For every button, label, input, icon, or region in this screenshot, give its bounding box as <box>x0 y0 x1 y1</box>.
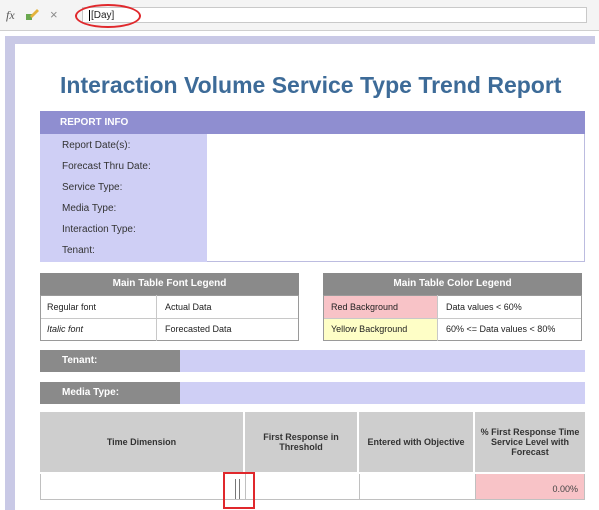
first-response-service-level-header[interactable]: % First Response Time Service Level with… <box>475 412 585 472</box>
service-type-label: Service Type: <box>62 182 123 193</box>
actual-data-value: Actual Data <box>165 302 212 312</box>
time-dimension-header[interactable]: Time Dimension <box>40 412 243 472</box>
tenant-filter-label: Tenant: <box>40 350 180 372</box>
highlight-annotation-rectangle <box>223 472 255 509</box>
report-dates-label: Report Date(s): <box>62 140 131 151</box>
report-title: Interaction Volume Service Type Trend Re… <box>60 72 562 98</box>
yellow-background-key: Yellow Background <box>331 324 408 334</box>
formula-bar: fx × [Day] <box>0 0 599 31</box>
tenant-label: Tenant: <box>62 245 95 256</box>
media-type-filter-value[interactable] <box>180 382 585 404</box>
edit-formula-icon[interactable] <box>26 8 40 20</box>
highlight-annotation-oval <box>75 4 141 28</box>
media-type-filter-label: Media Type: <box>40 382 180 404</box>
color-legend-row-divider <box>324 318 581 319</box>
report-info-labels-panel <box>40 134 207 262</box>
font-legend-row-divider <box>41 318 298 319</box>
interaction-type-label: Interaction Type: <box>62 224 136 235</box>
forecasted-data-value: Forecasted Data <box>165 324 232 334</box>
italic-font-key: Italic font <box>47 324 84 334</box>
cancel-icon[interactable]: × <box>50 7 58 22</box>
report-info-header: REPORT INFO <box>40 111 585 134</box>
media-type-label: Media Type: <box>62 203 117 214</box>
report-info-values-panel[interactable] <box>207 134 585 262</box>
formula-input[interactable]: [Day] <box>82 7 587 23</box>
font-legend-title: Main Table Font Legend <box>40 273 299 295</box>
regular-font-key: Regular font <box>47 302 97 312</box>
red-background-value: Data values < 60% <box>446 302 522 312</box>
service-level-cell[interactable]: 0.00% <box>475 474 585 500</box>
first-response-in-threshold-header[interactable]: First Response in Threshold <box>245 412 357 472</box>
entered-with-objective-header[interactable]: Entered with Objective <box>359 412 473 472</box>
time-dimension-cell[interactable] <box>40 474 245 500</box>
color-legend-title: Main Table Color Legend <box>323 273 582 295</box>
yellow-background-value: 60% <= Data values < 80% <box>446 324 556 334</box>
forecast-thru-date-label: Forecast Thru Date: <box>62 161 151 172</box>
first-response-in-threshold-cell[interactable] <box>245 474 359 500</box>
entered-with-objective-cell[interactable] <box>359 474 475 500</box>
function-icon[interactable]: fx <box>6 8 15 23</box>
tenant-filter-value[interactable] <box>180 350 585 372</box>
red-background-key: Red Background <box>331 302 399 312</box>
